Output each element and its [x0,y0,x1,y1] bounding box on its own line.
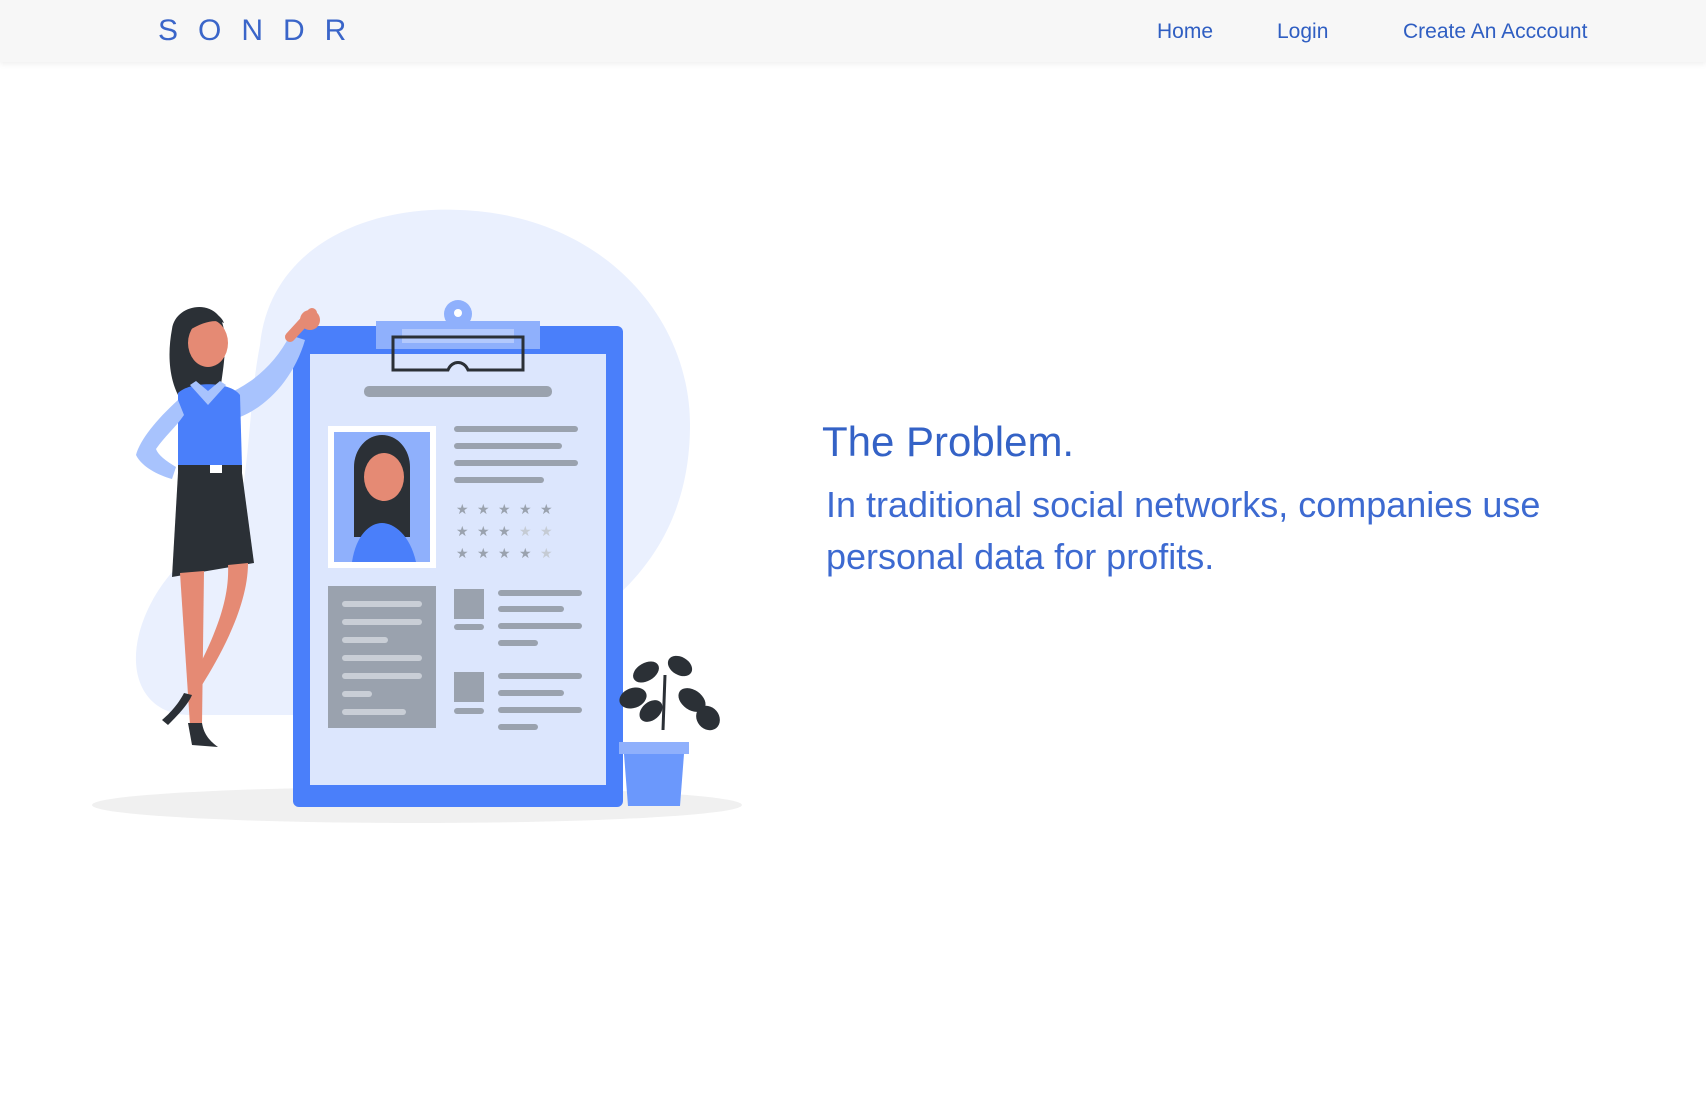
nav-link-login[interactable]: Login [1277,20,1328,44]
svg-text:★: ★ [519,546,532,562]
nav-link-create-account[interactable]: Create An Acccount [1403,20,1587,44]
svg-text:★: ★ [456,502,469,518]
brand-logo[interactable]: SONDR [158,14,366,48]
svg-text:★: ★ [456,524,469,540]
svg-text:★: ★ [498,546,511,562]
svg-text:★: ★ [519,502,532,518]
svg-text:★: ★ [540,502,553,518]
svg-text:★: ★ [477,546,490,562]
hero-illustration: ★ ★ ★ ★ ★ ★ ★ ★ ★ ★ ★ ★ ★ ★ ★ [80,205,760,835]
nav-link-home[interactable]: Home [1157,20,1213,44]
hero-title: The Problem. [822,418,1075,465]
hero-description: In traditional social networks, companie… [826,484,1541,577]
svg-text:★: ★ [477,524,490,540]
svg-text:★: ★ [498,524,511,540]
clipboard-icon: ★ ★ ★ ★ ★ ★ ★ ★ ★ ★ ★ ★ ★ ★ ★ [293,300,623,807]
potted-plant-icon [619,655,720,806]
svg-text:★: ★ [519,524,532,540]
top-navbar: SONDR Home Login Create An Acccount [0,0,1706,62]
svg-text:★: ★ [477,502,490,518]
svg-text:★: ★ [498,502,511,518]
svg-text:★: ★ [540,524,553,540]
svg-text:★: ★ [540,546,553,562]
svg-text:★: ★ [456,546,469,562]
